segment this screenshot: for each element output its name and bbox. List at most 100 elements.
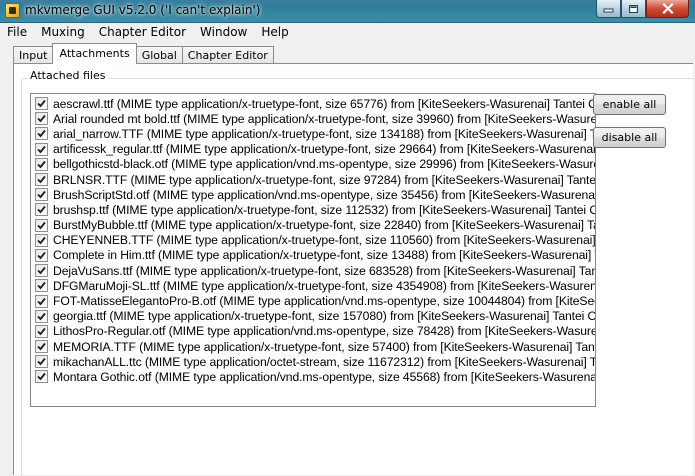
attachment-label: MEMORIA.TTF (MIME type application/x-tru… xyxy=(53,339,595,354)
list-item[interactable]: georgia.ttf (MIME type application/x-tru… xyxy=(31,309,595,324)
checkmark-icon xyxy=(37,327,46,336)
list-item[interactable]: bellgothicstd-black.otf (MIME type appli… xyxy=(31,157,595,172)
attached-files-rows: aescrawl.ttf (MIME type application/x-tr… xyxy=(31,94,595,385)
checkmark-icon xyxy=(37,175,46,184)
attachment-checkbox[interactable] xyxy=(35,112,48,126)
attachment-label: Complete in Him.ttf (MIME type applicati… xyxy=(53,248,595,263)
attached-files-list[interactable]: aescrawl.ttf (MIME type application/x-tr… xyxy=(30,93,596,407)
attachment-label: arial_narrow.TTF (MIME type application/… xyxy=(53,126,595,141)
list-item[interactable]: artificessk_regular.ttf (MIME type appli… xyxy=(31,142,595,157)
checkmark-icon xyxy=(37,358,46,366)
attachment-label: Arial rounded mt bold.ttf (MIME type app… xyxy=(53,111,595,126)
menu-muxing[interactable]: Muxing xyxy=(34,23,92,42)
list-item[interactable]: BRLNSR.TTF (MIME type application/x-true… xyxy=(31,172,595,187)
checkmark-icon xyxy=(37,191,46,199)
window-title: mkvmerge GUI v5.2.0 ('I can't explain') xyxy=(25,3,261,17)
attachment-checkbox[interactable] xyxy=(35,370,48,384)
attachment-checkbox[interactable] xyxy=(35,188,48,202)
attachment-checkbox[interactable] xyxy=(35,173,48,187)
attachment-label: Montara Gothic.otf (MIME type applicatio… xyxy=(53,369,595,384)
attachment-checkbox[interactable] xyxy=(35,97,48,111)
attachment-checkbox[interactable] xyxy=(35,309,48,323)
checkmark-icon xyxy=(37,312,46,321)
attached-files-label: Attached files xyxy=(27,69,109,83)
checkmark-icon xyxy=(37,373,46,381)
attachment-label: LithosPro-Regular.otf (MIME type applica… xyxy=(53,324,595,339)
attachment-label: FOT-MatisseElegantoPro-B.otf (MIME type … xyxy=(53,294,595,309)
attachment-checkbox[interactable] xyxy=(35,142,48,156)
list-item[interactable]: brushsp.ttf (MIME type application/x-tru… xyxy=(31,202,595,217)
menu-window[interactable]: Window xyxy=(193,23,254,42)
checkmark-icon xyxy=(37,251,46,260)
checkmark-icon xyxy=(37,115,46,123)
tab-chapter-editor[interactable]: Chapter Editor xyxy=(181,46,274,64)
attachment-checkbox[interactable] xyxy=(35,233,48,247)
enable-all-button[interactable]: enable all xyxy=(593,94,666,115)
list-item[interactable]: FOT-MatisseElegantoPro-B.otf (MIME type … xyxy=(31,293,595,308)
attachment-label: CHEYENNEB.TTF (MIME type application/x-t… xyxy=(53,233,595,248)
attachment-checkbox[interactable] xyxy=(35,218,48,232)
checkmark-icon xyxy=(37,282,46,290)
list-item[interactable]: Montara Gothic.otf (MIME type applicatio… xyxy=(31,369,595,384)
list-item[interactable]: BurstMyBubble.ttf (MIME type application… xyxy=(31,218,595,233)
list-item[interactable]: LithosPro-Regular.otf (MIME type applica… xyxy=(31,324,595,339)
list-item[interactable]: DFGMaruMoji-SL.ttf (MIME type applicatio… xyxy=(31,278,595,293)
list-item[interactable]: mikachanALL.ttc (MIME type application/o… xyxy=(31,354,595,369)
attachment-label: artificessk_regular.ttf (MIME type appli… xyxy=(53,142,595,157)
attachment-checkbox[interactable] xyxy=(35,294,48,308)
tab-global[interactable]: Global xyxy=(135,46,183,64)
tab-input[interactable]: Input xyxy=(13,46,54,64)
attachment-label: brushsp.ttf (MIME type application/x-tru… xyxy=(53,202,595,217)
attachments-panel: Attached files aescrawl.ttf (MIME type a… xyxy=(13,63,694,476)
attachment-label: BurstMyBubble.ttf (MIME type application… xyxy=(53,218,595,233)
tab-attachments[interactable]: Attachments xyxy=(52,43,137,64)
maximize-icon xyxy=(629,4,638,13)
attachment-label: BRLNSR.TTF (MIME type application/x-true… xyxy=(53,172,595,187)
disable-all-button[interactable]: disable all xyxy=(593,127,666,148)
title-bar[interactable]: mkvmerge GUI v5.2.0 ('I can't explain') xyxy=(0,0,695,23)
checkmark-icon xyxy=(37,130,46,138)
attachment-checkbox[interactable] xyxy=(35,340,48,354)
checkmark-icon xyxy=(37,267,46,275)
maximize-button[interactable] xyxy=(621,0,646,18)
checkmark-icon xyxy=(37,100,46,108)
checkmark-icon xyxy=(37,343,46,351)
list-item[interactable]: CHEYENNEB.TTF (MIME type application/x-t… xyxy=(31,233,595,248)
attachment-checkbox[interactable] xyxy=(35,279,48,293)
attachment-label: DejaVuSans.ttf (MIME type application/x-… xyxy=(53,263,595,278)
attachment-checkbox[interactable] xyxy=(35,127,48,141)
menu-chapter-editor[interactable]: Chapter Editor xyxy=(92,23,193,42)
app-icon[interactable] xyxy=(5,3,20,18)
checkmark-icon xyxy=(37,297,46,305)
minimize-button[interactable] xyxy=(596,0,621,18)
list-item[interactable]: Complete in Him.ttf (MIME type applicati… xyxy=(31,248,595,263)
attachment-checkbox[interactable] xyxy=(35,248,48,262)
minimize-icon xyxy=(603,8,614,13)
list-item[interactable]: Arial rounded mt bold.ttf (MIME type app… xyxy=(31,111,595,126)
tab-bar: Input Attachments Global Chapter Editor xyxy=(13,43,274,64)
attachment-label: bellgothicstd-black.otf (MIME type appli… xyxy=(53,157,595,172)
attachment-checkbox[interactable] xyxy=(35,324,48,338)
window-controls xyxy=(596,0,689,19)
close-icon xyxy=(661,3,674,14)
checkmark-icon xyxy=(37,145,46,153)
list-item[interactable]: arial_narrow.TTF (MIME type application/… xyxy=(31,126,595,141)
attachment-label: georgia.ttf (MIME type application/x-tru… xyxy=(53,309,595,324)
menu-file[interactable]: File xyxy=(0,23,34,42)
checkmark-icon xyxy=(37,206,46,214)
list-item[interactable]: aescrawl.ttf (MIME type application/x-tr… xyxy=(31,96,595,111)
menu-help[interactable]: Help xyxy=(254,23,295,42)
close-button[interactable] xyxy=(646,0,689,18)
attachment-label: mikachanALL.ttc (MIME type application/o… xyxy=(53,354,595,369)
checkmark-icon xyxy=(37,160,46,169)
list-item[interactable]: MEMORIA.TTF (MIME type application/x-tru… xyxy=(31,339,595,354)
list-item[interactable]: DejaVuSans.ttf (MIME type application/x-… xyxy=(31,263,595,278)
attachment-checkbox[interactable] xyxy=(35,264,48,278)
list-item[interactable]: BrushScriptStd.otf (MIME type applicatio… xyxy=(31,187,595,202)
attachment-label: aescrawl.ttf (MIME type application/x-tr… xyxy=(53,96,595,111)
attachment-checkbox[interactable] xyxy=(35,355,48,369)
menu-bar: File Muxing Chapter Editor Window Help xyxy=(0,23,695,42)
attachment-label: BrushScriptStd.otf (MIME type applicatio… xyxy=(53,187,595,202)
attachment-checkbox[interactable] xyxy=(35,157,48,171)
attachment-checkbox[interactable] xyxy=(35,203,48,217)
